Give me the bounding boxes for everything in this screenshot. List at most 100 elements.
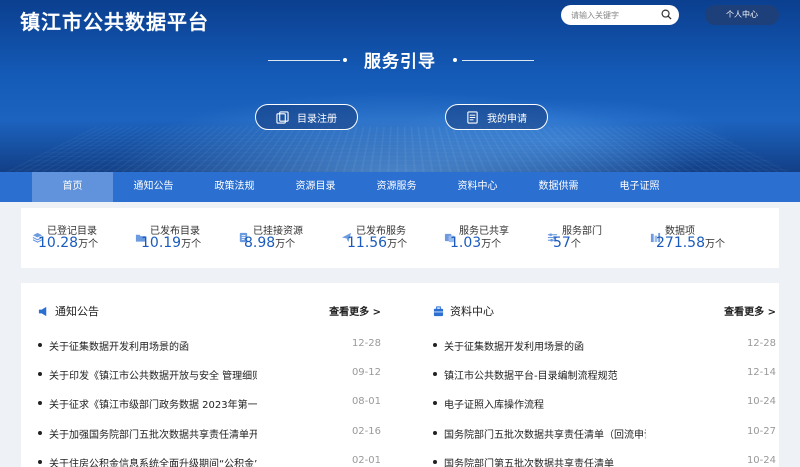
stat-value: 10.19 xyxy=(141,235,182,251)
list-item[interactable]: 电子证照入库操作流程 10-24 xyxy=(433,396,776,411)
list-item[interactable]: 国务院部门第五批次数据共享责任清单 10-24 xyxy=(433,455,776,467)
megaphone-icon xyxy=(38,306,47,316)
stat-value-wrap: 8.98万个 xyxy=(244,235,295,251)
stat-value: 271.58 xyxy=(656,235,705,251)
bullet xyxy=(433,431,437,435)
stat-unit: 万个 xyxy=(78,239,99,250)
bullet xyxy=(433,460,437,464)
stat-value-wrap: 57个 xyxy=(553,235,581,251)
list-item[interactable]: 镇江市公共数据平台-目录编制流程规范 12-14 xyxy=(433,367,776,382)
bullet xyxy=(38,343,42,347)
stat-unit: 个 xyxy=(570,239,581,250)
search-input[interactable] xyxy=(571,8,657,22)
item-title[interactable]: 关于印发《镇江市公共数据开放与安全 管理细则》的通知 xyxy=(49,367,257,382)
item-date: 02-01 xyxy=(351,455,381,466)
bullet xyxy=(433,343,437,347)
content-panels: 通知公告 查看更多 > 关于征集数据开发利用场景的函 12-28 关于印发《镇江市… xyxy=(21,283,779,467)
site-title: 镇江市公共数据平台 xyxy=(20,10,209,34)
stat-unit: 万个 xyxy=(181,239,202,250)
resources-more-link[interactable]: 查看更多 > xyxy=(724,303,776,318)
nav-item-resource-catalog[interactable]: 资源目录 xyxy=(275,172,356,202)
stats-bar: 已登记目录 10.28万个 已发布目录 10.19万个 已挂接资源 8.98万个… xyxy=(21,208,779,268)
notices-title: 通知公告 xyxy=(55,305,99,318)
item-date: 12-14 xyxy=(746,367,776,378)
briefcase-icon xyxy=(433,305,444,316)
my-application-button[interactable]: 我的申请 xyxy=(445,104,548,130)
stat-value-wrap: 1.03万个 xyxy=(450,235,501,251)
resources-title: 资料中心 xyxy=(450,305,494,318)
my-application-label: 我的申请 xyxy=(487,113,527,125)
main-nav: 首页 通知公告 政策法规 资源目录 资源服务 资料中心 数据供需 电子证照 xyxy=(0,172,800,202)
catalog-register-button[interactable]: 目录注册 xyxy=(255,104,358,130)
nav-item-resource-services[interactable]: 资源服务 xyxy=(356,172,437,202)
stat-service-departments: 服务部门 57个 xyxy=(547,220,647,256)
list-item[interactable]: 关于征求《镇江市级部门政务数据 2023年第一批共享责任清单》意见的函 08-01 xyxy=(38,396,381,411)
nav-item-home[interactable]: 首页 xyxy=(32,172,113,202)
item-title[interactable]: 关于加强国务院部门五批次数据共享责任清单开展工作 xyxy=(49,426,257,441)
resources-header: 资料中心 xyxy=(433,303,494,319)
nav-item-e-license[interactable]: 电子证照 xyxy=(599,172,680,202)
stat-value: 8.98 xyxy=(244,235,276,251)
item-date: 09-12 xyxy=(351,367,381,378)
item-date: 12-28 xyxy=(746,338,776,349)
item-title[interactable]: 关于征集数据开发利用场景的函 xyxy=(49,338,257,353)
stat-unit: 万个 xyxy=(481,239,502,250)
list-item[interactable]: 关于印发《镇江市公共数据开放与安全 管理细则》的通知 09-12 xyxy=(38,367,381,382)
item-date: 10-24 xyxy=(746,455,776,466)
guide-dot-right xyxy=(453,58,457,62)
list-item[interactable]: 关于住房公积金信息系统全面升级期间“公积金” 02-01 xyxy=(38,455,381,467)
item-date: 10-27 xyxy=(746,426,776,437)
stat-value: 1.03 xyxy=(450,235,482,251)
item-date: 08-01 xyxy=(351,396,381,407)
stat-unit: 万个 xyxy=(275,239,296,250)
stat-published-catalogs: 已发布目录 10.19万个 xyxy=(135,220,235,256)
my-application-icon xyxy=(467,110,478,124)
bullet xyxy=(38,460,42,464)
bullet xyxy=(38,431,42,435)
stat-data-items: 数据项 271.58万个 xyxy=(650,220,750,256)
hero-banner: 镇江市公共数据平台 个人中心 服务引导 目录注册 我的申请 xyxy=(0,0,800,172)
item-title[interactable]: 关于征求《镇江市级部门政务数据 2023年第一批共享责任清单》意见的函 xyxy=(49,396,257,411)
list-item[interactable]: 国务院部门五批次数据共享责任清单（回流申请） 10-27 xyxy=(433,426,776,441)
item-title[interactable]: 国务院部门第五批次数据共享责任清单 xyxy=(444,455,646,467)
notices-more-link[interactable]: 查看更多 > xyxy=(329,303,381,318)
stat-value-wrap: 10.19万个 xyxy=(141,235,201,251)
resources-panel: 资料中心 查看更多 > 关于征集数据开发利用场景的函 12-28 镇江市公共数据平… xyxy=(416,283,776,467)
item-title[interactable]: 国务院部门五批次数据共享责任清单（回流申请） xyxy=(444,426,646,441)
stat-value: 10.28 xyxy=(38,235,79,251)
item-date: 10-24 xyxy=(746,396,776,407)
guide-divider-right xyxy=(462,60,534,61)
item-title[interactable]: 电子证照入库操作流程 xyxy=(444,396,646,411)
nav-item-data-supply-demand[interactable]: 数据供需 xyxy=(518,172,599,202)
nav-item-policies[interactable]: 政策法规 xyxy=(194,172,275,202)
item-title[interactable]: 关于住房公积金信息系统全面升级期间“公积金” xyxy=(49,455,257,467)
bullet xyxy=(38,372,42,376)
bullet xyxy=(38,401,42,405)
guide-title: 服务引导 xyxy=(364,52,436,72)
nav-item-notices[interactable]: 通知公告 xyxy=(113,172,194,202)
stat-unit: 万个 xyxy=(705,239,725,250)
stat-value-wrap: 11.56万个 xyxy=(347,235,407,251)
item-title[interactable]: 镇江市公共数据平台-目录编制流程规范 xyxy=(444,367,646,382)
list-item[interactable]: 关于征集数据开发利用场景的函 12-28 xyxy=(38,338,381,353)
catalog-register-icon xyxy=(276,110,289,124)
user-center-button[interactable]: 个人中心 xyxy=(705,5,779,25)
stat-value-wrap: 271.58万个 xyxy=(656,235,725,251)
nav-item-document-center[interactable]: 资料中心 xyxy=(437,172,518,202)
stat-unit: 万个 xyxy=(387,239,408,250)
item-date: 12-28 xyxy=(351,338,381,349)
item-date: 02-16 xyxy=(351,426,381,437)
catalog-register-label: 目录注册 xyxy=(297,113,337,125)
bullet xyxy=(433,401,437,405)
search-icon[interactable] xyxy=(661,9,672,20)
search-box[interactable] xyxy=(561,5,679,25)
stat-value: 57 xyxy=(553,235,571,251)
stat-linked-resources: 已挂接资源 8.98万个 xyxy=(238,220,338,256)
list-item[interactable]: 关于加强国务院部门五批次数据共享责任清单开展工作 02-16 xyxy=(38,426,381,441)
stat-value: 11.56 xyxy=(347,235,388,251)
stat-published-services: 已发布服务 11.56万个 xyxy=(341,220,441,256)
item-title[interactable]: 关于征集数据开发利用场景的函 xyxy=(444,338,646,353)
stat-registered-catalogs: 已登记目录 10.28万个 xyxy=(32,220,132,256)
list-item[interactable]: 关于征集数据开发利用场景的函 12-28 xyxy=(433,338,776,353)
bullet xyxy=(433,372,437,376)
